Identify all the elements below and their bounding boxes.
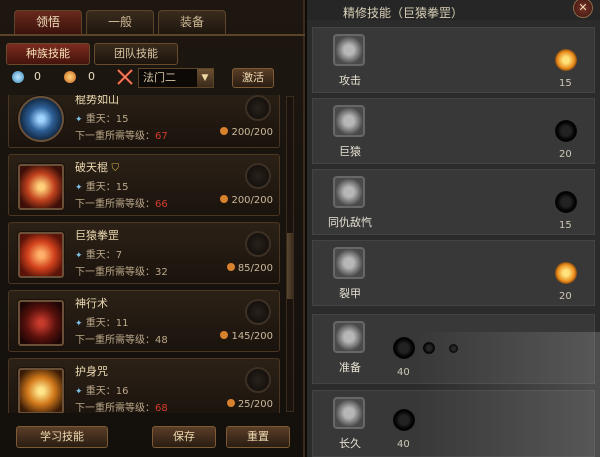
refine-node-inactive[interactable] [393, 409, 415, 431]
tab-race-skills[interactable]: 种族技能 [6, 43, 90, 65]
tab-team-skills[interactable]: 团队技能 [94, 43, 178, 65]
skill-level: ✦ 重天：11 [75, 318, 129, 329]
skill-orb-button[interactable] [245, 367, 271, 393]
shield-icon: ⛉ [111, 163, 120, 174]
skill-icon [18, 368, 64, 413]
skill-name: 神行术 [75, 297, 108, 310]
skill-name: 巨猿拳罡 [75, 229, 119, 242]
refine-row-label: 攻击 [339, 74, 361, 87]
skill-requirement: 下一重所需等级：67 [75, 131, 168, 142]
skill-cost: 25/200 [226, 399, 273, 410]
skill-icon [18, 164, 64, 210]
crossed-swords-icon [117, 69, 133, 85]
skill-name: 破天棍 ⛉ [75, 161, 120, 174]
skill-requirement: 下一重所需等级：68 [75, 403, 168, 413]
refine-node-inactive[interactable] [393, 337, 415, 359]
skill-requirement: 下一重所需等级：48 [75, 335, 168, 346]
tab-divider [0, 34, 305, 36]
resource-bar: 0 0 法门二 ▼ 激活 [0, 68, 300, 90]
blue-points-value: 0 [34, 70, 41, 83]
skill-requirement: 下一重所需等级：66 [75, 199, 168, 210]
refine-node-active[interactable] [555, 49, 577, 71]
refine-row: 攻击 15 [312, 27, 595, 93]
activate-button[interactable]: 激活 [232, 68, 274, 88]
skill-level: ✦ 重天：15 [75, 114, 129, 125]
refine-row: 巨猿 20 [312, 98, 595, 164]
skill-level: ✦ 重天：7 [75, 250, 123, 261]
skill-cost: 85/200 [226, 263, 273, 274]
refine-node-inactive[interactable] [555, 120, 577, 142]
refine-row: 裂甲 20 [312, 240, 595, 306]
refine-title: 精修技能（巨猿拳罡） [343, 6, 464, 20]
skill-orb-button[interactable] [245, 95, 271, 121]
skill-icon [18, 96, 64, 142]
skill-card[interactable]: 破天棍 ⛉ ✦ 重天：15 下一重所需等级：66 200/200 [8, 154, 280, 216]
skill-list-scrollbar[interactable] [286, 96, 294, 412]
refine-row-value: 40 [397, 439, 410, 450]
refine-skill-icon[interactable] [333, 397, 365, 429]
tab-general[interactable]: 一般 [86, 10, 154, 34]
method-select-value: 法门二 [143, 71, 176, 84]
skill-cost: 200/200 [220, 127, 273, 138]
tab-equipment[interactable]: 装备 [158, 10, 226, 34]
save-button[interactable]: 保存 [152, 426, 216, 448]
gold-coin-icon [64, 71, 76, 83]
blue-star-icon [12, 71, 24, 83]
refine-row-value: 40 [397, 367, 410, 378]
skill-icon [18, 232, 64, 278]
refine-row-label: 长久 [339, 437, 361, 450]
chevron-down-icon[interactable]: ▼ [197, 69, 213, 87]
refine-skill-icon[interactable] [333, 34, 365, 66]
skill-orb-button[interactable] [245, 163, 271, 189]
skill-card[interactable]: 巨猿拳罡 ✦ 重天：7 下一重所需等级：32 85/200 [8, 222, 280, 284]
reset-button[interactable]: 重置 [226, 426, 290, 448]
refine-skill-icon[interactable] [333, 247, 365, 279]
skill-orb-button[interactable] [245, 231, 271, 257]
refine-title-bar: 精修技能（巨猿拳罡） ✕ [307, 0, 600, 20]
skill-card[interactable]: 护身咒 ✦ 重天：16 下一重所需等级：68 25/200 [8, 358, 280, 413]
refine-skill-icon[interactable] [333, 176, 365, 208]
refine-node-inactive[interactable] [555, 191, 577, 213]
skill-card[interactable]: 神行术 ✦ 重天：11 下一重所需等级：48 145/200 [8, 290, 280, 352]
refine-skill-icon[interactable] [333, 321, 365, 353]
light-glare-overlay [415, 332, 600, 457]
skill-cost: 200/200 [220, 195, 273, 206]
skill-level: ✦ 重天：15 [75, 182, 129, 193]
refine-row-value: 20 [559, 149, 572, 160]
skill-level: ✦ 重天：16 [75, 386, 129, 397]
method-select[interactable]: 法门二 ▼ [138, 68, 214, 88]
refine-row-label: 巨猿 [339, 145, 361, 158]
refine-row-value: 20 [559, 291, 572, 302]
refine-row-label: 准备 [339, 361, 361, 374]
skill-icon [18, 300, 64, 346]
skill-list: 棍势如山 ✦ 重天：15 下一重所需等级：67 200/200 破天棍 ⛉ ✦ … [4, 95, 282, 413]
refine-node-active[interactable] [555, 262, 577, 284]
skill-name: 护身咒 [75, 365, 108, 378]
refine-row: 同仇敌忾 15 [312, 169, 595, 235]
skill-panel: 领悟 一般 装备 种族技能 团队技能 0 0 法门二 ▼ 激活 棍势如山 ✦ 重… [0, 0, 305, 457]
refine-row-label: 同仇敌忾 [328, 216, 372, 229]
gold-points-value: 0 [88, 70, 95, 83]
skill-name: 棍势如山 [75, 95, 119, 106]
tab-comprehend[interactable]: 领悟 [14, 10, 82, 34]
learn-skill-button[interactable]: 学习技能 [16, 426, 108, 448]
skill-requirement: 下一重所需等级：32 [75, 267, 168, 278]
refine-row-value: 15 [559, 220, 572, 231]
scroll-thumb[interactable] [287, 233, 293, 299]
skill-cost: 145/200 [220, 331, 273, 342]
refine-row-label: 裂甲 [339, 287, 361, 300]
skill-orb-button[interactable] [245, 299, 271, 325]
bottom-bar: 学习技能 保存 重置 [0, 418, 305, 457]
skill-card[interactable]: 棍势如山 ✦ 重天：15 下一重所需等级：67 200/200 [8, 95, 280, 148]
close-icon[interactable]: ✕ [573, 0, 593, 18]
refine-skill-icon[interactable] [333, 105, 365, 137]
refine-row-value: 15 [559, 78, 572, 89]
